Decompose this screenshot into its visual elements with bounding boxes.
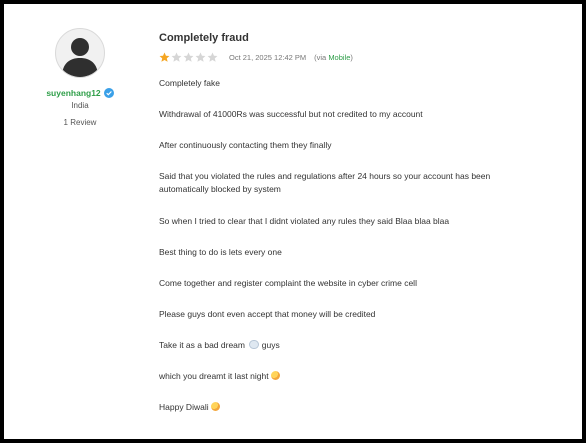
review-date: Oct 21, 2025 12:42 PM [229, 53, 307, 62]
review-meta: Oct 21, 2025 12:42 PM (via Mobile) [159, 52, 559, 63]
author-review-count[interactable]: 1 Review [40, 118, 120, 127]
emoji-icon [210, 402, 220, 411]
review-paragraph: Said that you violated the rules and reg… [159, 171, 491, 194]
review-paragraph: which you dreamt it last night [159, 370, 539, 383]
avatar[interactable] [55, 28, 105, 78]
username-link[interactable]: suyenhang12 [46, 88, 100, 98]
review-content: Completely fraud Oct 21, 2025 12:42 PM (… [159, 32, 559, 412]
review-paragraph: After continuously contacting them they … [159, 140, 332, 150]
author-country: India [71, 101, 89, 110]
via-prefix: (via [314, 53, 329, 62]
author-panel: suyenhang12 India 1 Review [40, 28, 120, 127]
review-source: (via Mobile) [314, 53, 353, 62]
review-paragraph: Come together and register complaint the… [159, 278, 417, 288]
star-empty-icon [171, 52, 182, 62]
emoji-icon [270, 371, 280, 380]
star-rating [159, 52, 218, 63]
review-paragraph: Take it as a bad dream guys [159, 339, 539, 352]
review-title: Completely fraud [159, 32, 249, 44]
verified-badge-icon [103, 88, 114, 98]
paragraph-suffix: guys [261, 340, 280, 350]
paragraph-text: which you dreamt it last night [159, 371, 269, 381]
review-paragraph: So when I tried to clear that I didnt vi… [159, 216, 450, 226]
star-empty-icon [195, 52, 206, 62]
review-paragraph: Completely fake [159, 78, 220, 88]
star-empty-icon [207, 52, 218, 62]
review-paragraph: Withdrawal of 41000Rs was successful but… [159, 109, 423, 119]
username-row: suyenhang12 [40, 88, 120, 98]
paragraph-text: Happy Diwali [159, 402, 209, 412]
star-empty-icon [183, 52, 194, 62]
via-source: Mobile [328, 53, 351, 62]
review-paragraph: Happy Diwali [159, 401, 539, 414]
thought-bubble-icon [249, 340, 260, 349]
review-paragraph: Best thing to do is lets every one [159, 247, 282, 257]
paragraph-text: Take it as a bad dream [159, 340, 245, 350]
review-card: suyenhang12 India 1 Review Completely fr… [0, 0, 586, 443]
via-suffix: ) [350, 53, 353, 62]
star-filled-icon [159, 52, 170, 62]
user-silhouette-icon [62, 38, 98, 77]
review-paragraph: Please guys dont even accept that money … [159, 309, 376, 319]
